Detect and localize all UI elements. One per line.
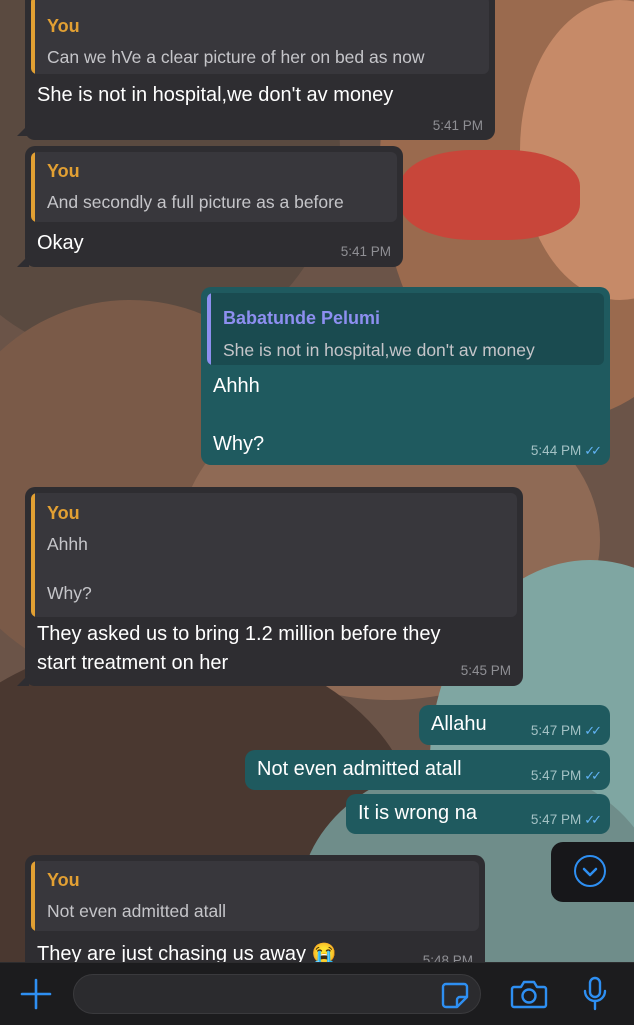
quote-author: You bbox=[47, 870, 80, 890]
quote-accent-bar bbox=[207, 293, 211, 365]
message-time: 5:41 PM bbox=[432, 118, 483, 133]
bubble-tail bbox=[17, 674, 29, 686]
quote-accent-bar bbox=[31, 0, 35, 74]
message-text: Allahu bbox=[431, 713, 487, 735]
scroll-down-circle bbox=[574, 855, 606, 887]
message-time: 5:45 PM bbox=[460, 663, 511, 678]
message-time: 5:47 PM ✓✓ bbox=[530, 812, 602, 828]
double-check-icon: ✓✓ bbox=[584, 723, 602, 738]
quote-author: You bbox=[47, 16, 80, 36]
quote-text-line: Ahhh bbox=[47, 534, 88, 554]
plus-icon[interactable] bbox=[19, 977, 53, 1011]
message-text-line: They asked us to bring 1.2 million befor… bbox=[37, 623, 441, 645]
chevron-down-icon bbox=[582, 867, 598, 877]
scroll-to-bottom-button[interactable] bbox=[551, 842, 634, 902]
quote-text: And secondly a full picture as a before bbox=[47, 192, 344, 212]
message-time: 5:47 PM ✓✓ bbox=[530, 723, 602, 739]
double-check-icon: ✓✓ bbox=[584, 768, 602, 783]
reply-quote[interactable]: You Not even admitted atall bbox=[31, 861, 479, 931]
message-text: It is wrong na bbox=[358, 802, 477, 824]
reply-quote[interactable]: Babatunde Pelumi She is not in hospital,… bbox=[207, 293, 604, 365]
message-time-label: 5:44 PM bbox=[530, 443, 582, 458]
quote-accent-bar bbox=[31, 861, 35, 931]
message-text-line: Why? bbox=[213, 433, 265, 455]
message-text-line: Ahhh bbox=[213, 375, 260, 397]
bubble-tail bbox=[17, 255, 29, 267]
message-text: She is not in hospital,we don't av money bbox=[37, 84, 394, 106]
message-bubble-outgoing[interactable]: Babatunde Pelumi She is not in hospital,… bbox=[201, 287, 610, 465]
message-time-label: 5:47 PM bbox=[530, 768, 582, 783]
message-time-label: 5:47 PM bbox=[530, 812, 582, 827]
message-time: 5:44 PM ✓✓ bbox=[530, 443, 602, 459]
bubble-tail bbox=[17, 124, 29, 136]
message-text-line: start treatment on her bbox=[37, 652, 229, 674]
message-bubble-outgoing[interactable]: Not even admitted atall 5:47 PM ✓✓ bbox=[245, 750, 610, 790]
message-bubble-incoming[interactable]: You And secondly a full picture as a bef… bbox=[25, 146, 403, 267]
reply-quote[interactable]: You Ahhh Why? bbox=[31, 493, 517, 617]
message-bubble-incoming[interactable]: You Ahhh Why? They asked us to bring 1.2… bbox=[25, 487, 523, 686]
reply-quote[interactable]: You And secondly a full picture as a bef… bbox=[31, 152, 397, 222]
reply-quote[interactable]: You Can we hVe a clear picture of her on… bbox=[31, 0, 489, 74]
sticker-icon[interactable] bbox=[440, 980, 470, 1010]
message-time: 5:47 PM ✓✓ bbox=[530, 768, 602, 784]
message-time-label: 5:47 PM bbox=[530, 723, 582, 738]
message-bubble-incoming[interactable]: You Can we hVe a clear picture of her on… bbox=[25, 0, 495, 140]
message-text: Not even admitted atall bbox=[257, 758, 462, 780]
quote-text: Not even admitted atall bbox=[47, 901, 226, 921]
quote-author: You bbox=[47, 161, 80, 181]
quote-accent-bar bbox=[31, 152, 35, 222]
double-check-icon: ✓✓ bbox=[584, 443, 602, 458]
message-text: Okay bbox=[37, 232, 84, 254]
microphone-icon[interactable] bbox=[581, 976, 609, 1012]
message-time: 5:41 PM bbox=[340, 244, 391, 259]
quote-author: Babatunde Pelumi bbox=[223, 308, 381, 328]
message-input[interactable] bbox=[73, 974, 481, 1014]
quote-accent-bar bbox=[31, 493, 35, 617]
camera-icon[interactable] bbox=[510, 978, 548, 1010]
quote-author: You bbox=[47, 503, 80, 523]
message-input-bar bbox=[0, 962, 634, 1025]
quote-text: She is not in hospital,we don't av money bbox=[223, 340, 535, 360]
message-bubble-outgoing[interactable]: Allahu 5:47 PM ✓✓ bbox=[419, 705, 610, 745]
quote-text: Can we hVe a clear picture of her on bed… bbox=[47, 47, 425, 67]
double-check-icon: ✓✓ bbox=[584, 812, 602, 827]
quote-text-line: Why? bbox=[47, 583, 92, 603]
message-bubble-outgoing[interactable]: It is wrong na 5:47 PM ✓✓ bbox=[346, 794, 610, 834]
